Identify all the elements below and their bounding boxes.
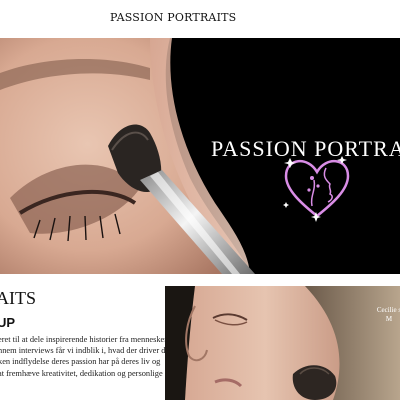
body-line: ken indflydelse deres passion har på der…: [0, 357, 161, 367]
featured-portrait-photo: [165, 286, 400, 400]
body-line: nnem interviews får vi indblik i, hvad d…: [0, 346, 165, 356]
section-body: eret til at dele inspirerende historier …: [0, 334, 165, 379]
about-section: AITS UP eret til at dele inspirerende hi…: [0, 274, 165, 400]
top-navigation-bar: PASSION PORTRAITS: [0, 0, 400, 38]
body-line: at fremhæve kreativitet, dedikation og p…: [0, 368, 163, 378]
page: PASSION PORTRAITS PASSION PORTRA AITS UP…: [0, 0, 400, 400]
section-subtitle: UP: [0, 315, 16, 330]
featured-portrait[interactable]: Cecilie s M: [165, 286, 400, 400]
body-line: eret til at dele inspirerende historier …: [0, 335, 165, 344]
brand-link[interactable]: PASSION PORTRAITS: [110, 11, 236, 24]
heart-face-logo-icon: [283, 156, 350, 222]
caption-line: M: [385, 315, 393, 323]
hero-banner: PASSION PORTRAITS: [0, 38, 400, 274]
portrait-caption: Cecilie s M: [369, 306, 400, 324]
caption-line: Cecilie s: [376, 306, 400, 314]
section-title: AITS: [0, 288, 36, 308]
